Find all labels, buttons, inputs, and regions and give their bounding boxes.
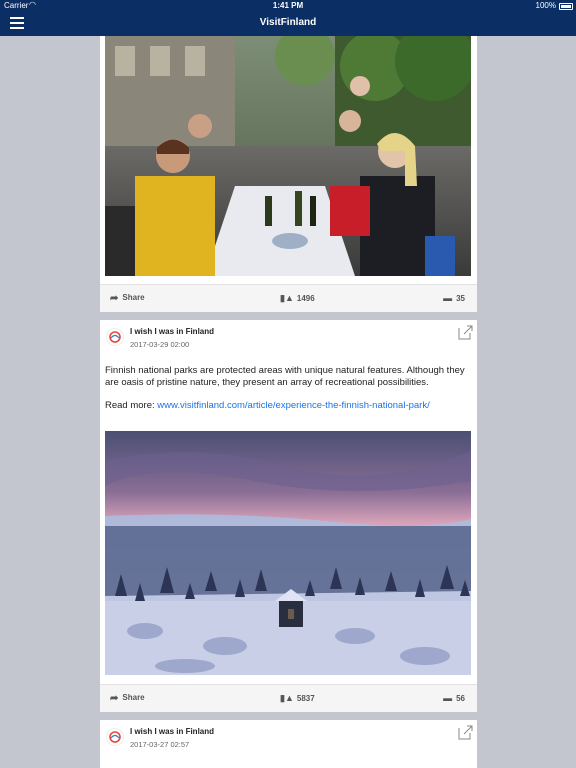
thumbs-up-icon: ▮▲ bbox=[280, 293, 294, 303]
status-bar: Carrier ◠ 1:41 PM 100% bbox=[0, 0, 576, 12]
like-count: 5837 bbox=[296, 694, 315, 703]
battery-icon bbox=[559, 3, 573, 10]
like-button[interactable]: ▮▲ 1496 bbox=[280, 293, 315, 304]
comment-button[interactable]: ▬ 35 bbox=[443, 293, 465, 303]
post-image-snowy-national-park[interactable] bbox=[105, 431, 471, 675]
comment-count: 56 bbox=[456, 694, 465, 703]
post-image-street-dinner[interactable] bbox=[105, 36, 471, 276]
comment-icon: ▬ bbox=[443, 293, 453, 303]
external-link-icon[interactable] bbox=[457, 724, 473, 740]
feed-post: ➦ Share ▮▲ 1496 ▬ 35 bbox=[100, 36, 477, 312]
post-date: 2017-03-29 02:00 bbox=[130, 340, 190, 349]
post-author[interactable]: I wish I was in Finland bbox=[130, 727, 214, 736]
feed-post: I wish I was in Finland 2017-03-27 02:57 bbox=[100, 720, 477, 768]
post-actions-bar: ➦ Share ▮▲ 5837 ▬ 56 bbox=[100, 684, 477, 712]
thumbs-up-icon: ▮▲ bbox=[280, 693, 294, 703]
post-date: 2017-03-27 02:57 bbox=[130, 740, 190, 749]
like-button[interactable]: ▮▲ 5837 bbox=[280, 693, 315, 704]
read-more-line: Read more: www.visitfinland.com/article/… bbox=[105, 400, 430, 411]
avatar[interactable] bbox=[106, 328, 124, 346]
share-button[interactable]: ➦ Share bbox=[110, 293, 145, 304]
app-title: VisitFinland bbox=[259, 17, 317, 28]
share-arrow-icon: ➦ bbox=[110, 293, 119, 304]
battery-percent: 100% bbox=[535, 1, 556, 10]
status-time: 1:41 PM bbox=[272, 1, 304, 10]
navigation-bar: VisitFinland bbox=[0, 12, 576, 36]
post-actions-bar: ➦ Share ▮▲ 1496 ▬ 35 bbox=[100, 284, 477, 312]
share-arrow-icon: ➦ bbox=[110, 693, 119, 704]
external-link-icon[interactable] bbox=[457, 324, 473, 340]
feed-post: I wish I was in Finland 2017-03-29 02:00… bbox=[100, 320, 477, 712]
comment-button[interactable]: ▬ 56 bbox=[443, 693, 465, 703]
comment-icon: ▬ bbox=[443, 693, 453, 703]
article-link[interactable]: www.visitfinland.com/article/experience-… bbox=[157, 400, 429, 411]
post-author[interactable]: I wish I was in Finland bbox=[130, 327, 214, 336]
share-button[interactable]: ➦ Share bbox=[110, 693, 145, 704]
like-count: 1496 bbox=[296, 294, 315, 303]
avatar[interactable] bbox=[106, 728, 124, 746]
read-more-label: Read more: bbox=[105, 400, 155, 411]
comment-count: 35 bbox=[456, 294, 465, 303]
post-text: Finnish national parks are protected are… bbox=[105, 365, 465, 388]
